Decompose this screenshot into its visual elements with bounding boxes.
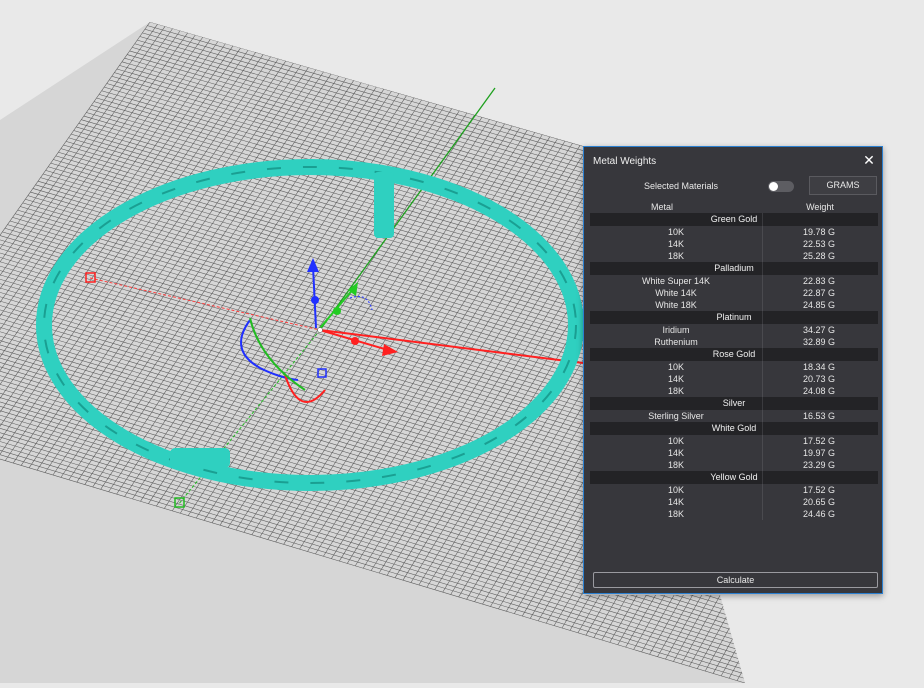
table-row: 18K 24.08 G (590, 385, 878, 397)
column-header-metal: Metal (650, 202, 673, 212)
calculate-button[interactable]: Calculate (593, 572, 878, 588)
weight-cell: 16.53 G (803, 411, 836, 421)
weight-cell: 19.78 G (803, 227, 836, 237)
group-rows: 10K 19.78 G 14K 22.53 G 18K 25.28 G (590, 226, 878, 262)
metal-cell: 18K (667, 386, 684, 396)
weight-cell: 19.97 G (803, 448, 836, 458)
group-rows: 10K 17.52 G 14K 19.97 G 18K 23.29 G (590, 435, 878, 471)
metal-cell: 10K (667, 436, 684, 446)
table-row: White 18K 24.85 G (590, 299, 878, 311)
metal-weights-panel: Metal Weights ✕ Selected Materials GRAMS… (583, 146, 883, 594)
table-row: 14K 22.53 G (590, 238, 878, 250)
table-row: Iridium 34.27 G (590, 324, 878, 336)
weight-cell: 22.53 G (803, 239, 836, 249)
group-header: Green Gold (590, 213, 878, 226)
group-rows: 10K 18.34 G 14K 20.73 G 18K 24.08 G (590, 361, 878, 397)
table-row: 10K 18.34 G (590, 361, 878, 373)
weight-cell: 18.34 G (803, 362, 836, 372)
gizmo-x-handle[interactable] (351, 337, 359, 345)
metal-cell: White 18K (655, 300, 697, 310)
group-rows: White Super 14K 22.83 G White 14K 22.87 G Wh… (590, 275, 878, 311)
unit-grams-button[interactable]: GRAMS (809, 176, 877, 195)
metal-cell: White Super 14K (641, 276, 711, 286)
weight-cell: 20.73 G (803, 374, 836, 384)
group-header: Platinum (590, 311, 878, 324)
metal-cell: White 14K (655, 288, 697, 298)
weights-table: Metal Weight Green Gold 10K 19.78 G 14K 22.5… (590, 200, 878, 520)
table-header: Metal Weight (590, 200, 878, 213)
weight-cell: 22.87 G (803, 288, 836, 298)
ring-link-front (170, 448, 230, 468)
table-row: White 14K 22.87 G (590, 287, 878, 299)
weight-cell: 25.28 G (803, 251, 836, 261)
weight-cell: 24.08 G (803, 386, 836, 396)
metal-cell: 14K (667, 497, 684, 507)
table-row: 10K 17.52 G (590, 435, 878, 447)
weight-cell: 17.52 G (803, 485, 836, 495)
group-header: Silver (590, 397, 878, 410)
metal-cell: 14K (667, 448, 684, 458)
table-row: Sterling Silver 16.53 G (590, 410, 878, 422)
weight-cell: 22.83 G (803, 276, 836, 286)
table-row: 14K 19.97 G (590, 447, 878, 459)
weight-cell: 23.29 G (803, 460, 836, 470)
gizmo-origin[interactable] (317, 327, 323, 333)
close-icon[interactable]: ✕ (862, 153, 876, 167)
table-row: 10K 17.52 G (590, 484, 878, 496)
table-row: Ruthenium 32.89 G (590, 336, 878, 348)
table-row: 18K 24.46 G (590, 508, 878, 520)
selected-materials-label: Selected Materials (644, 181, 719, 191)
panel-title: Metal Weights (593, 156, 657, 167)
table-row: 14K 20.73 G (590, 373, 878, 385)
weight-cell: 20.65 G (803, 497, 836, 507)
metal-cell: 10K (667, 227, 684, 237)
gizmo-z-handle[interactable] (311, 296, 319, 304)
metal-cell: 14K (667, 374, 684, 384)
group-rows: 10K 17.52 G 14K 20.65 G 18K 24.46 G (590, 484, 878, 520)
toggle-knob (769, 182, 778, 191)
group-rows: Sterling Silver 16.53 G (590, 410, 878, 422)
metal-cell: Iridium (662, 325, 690, 335)
metal-cell: 10K (667, 485, 684, 495)
group-header: Palladium (590, 262, 878, 275)
weight-cell: 32.89 G (803, 337, 836, 347)
group-header: White Gold (590, 422, 878, 435)
table-row: 18K 25.28 G (590, 250, 878, 262)
metal-cell: Sterling Silver (648, 411, 704, 421)
weight-cell: 17.52 G (803, 436, 836, 446)
metal-cell: 18K (667, 509, 684, 519)
group-rows: Iridium 34.27 G Ruthenium 32.89 G (590, 324, 878, 348)
group-header: Rose Gold (590, 348, 878, 361)
weight-cell: 24.46 G (803, 509, 836, 519)
table-row: 14K 20.65 G (590, 496, 878, 508)
panel-title-bar[interactable]: Metal Weights ✕ (584, 147, 882, 175)
selected-materials-toggle[interactable] (768, 181, 794, 192)
metal-cell: 18K (667, 460, 684, 470)
gizmo-y-handle[interactable] (333, 307, 341, 315)
column-header-weight: Weight (806, 202, 834, 212)
metal-cell: 14K (667, 239, 684, 249)
weight-cell: 24.85 G (803, 300, 836, 310)
group-header: Yellow Gold (590, 471, 878, 484)
metal-cell: 18K (667, 251, 684, 261)
weight-cell: 34.27 G (803, 325, 836, 335)
metal-cell: 10K (667, 362, 684, 372)
ring-prong[interactable] (374, 172, 394, 238)
table-row: 18K 23.29 G (590, 459, 878, 471)
metal-cell: Ruthenium (654, 337, 698, 347)
table-row: 10K 19.78 G (590, 226, 878, 238)
table-row: White Super 14K 22.83 G (590, 275, 878, 287)
